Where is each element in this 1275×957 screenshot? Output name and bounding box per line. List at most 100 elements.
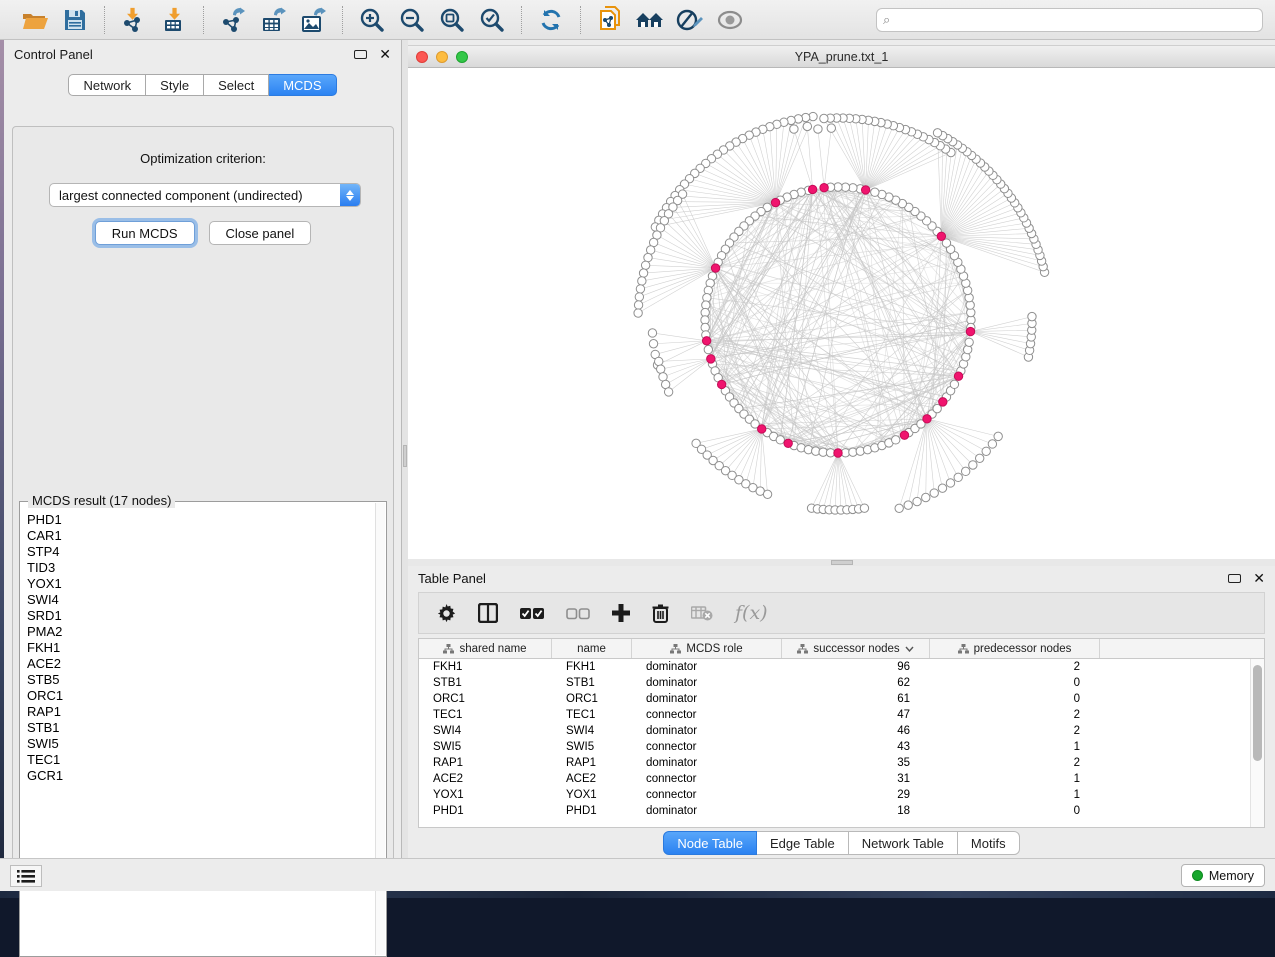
zoom-fit-icon[interactable] — [435, 5, 469, 35]
zoom-selected-icon[interactable] — [475, 5, 509, 35]
zoom-out-icon[interactable] — [395, 5, 429, 35]
import-network-icon[interactable] — [117, 5, 151, 35]
table-row[interactable]: STB1STB1dominator620 — [419, 675, 1250, 691]
mcds-result-item[interactable]: RAP1 — [27, 704, 375, 720]
cell-shared-name: YOX1 — [419, 789, 552, 801]
mcds-result-item[interactable]: ORC1 — [27, 688, 375, 704]
vertical-splitter-handle[interactable] — [403, 445, 407, 467]
float-table-panel-icon[interactable] — [1228, 574, 1241, 583]
mcds-result-item[interactable]: STB1 — [27, 720, 375, 736]
column-header-successor-nodes[interactable]: successor nodes — [782, 639, 930, 658]
column-header-predecessor-nodes[interactable]: predecessor nodes — [930, 639, 1100, 658]
tab-motifs[interactable]: Motifs — [958, 831, 1020, 855]
table-row[interactable]: PHD1PHD1dominator180 — [419, 803, 1250, 819]
show-panels-menu-button[interactable] — [10, 865, 42, 887]
tab-network-table[interactable]: Network Table — [849, 831, 958, 855]
column-layout-icon[interactable] — [478, 603, 498, 623]
mcds-result-item[interactable]: PHD1 — [27, 512, 375, 528]
mcds-result-item[interactable]: ACE2 — [27, 656, 375, 672]
network-overview-icon[interactable] — [633, 5, 667, 35]
column-header-shared-name[interactable]: shared name — [419, 639, 552, 658]
mcds-result-item[interactable]: YOX1 — [27, 576, 375, 592]
cell-shared-name: RAP1 — [419, 757, 552, 769]
import-table-icon[interactable] — [157, 5, 191, 35]
table-row[interactable]: ORC1ORC1dominator610 — [419, 691, 1250, 707]
cell-predecessor-nodes: 2 — [930, 661, 1100, 673]
delete-table-icon-disabled — [691, 606, 713, 621]
column-header-name[interactable]: name — [552, 639, 632, 658]
mcds-result-item[interactable]: TEC1 — [27, 752, 375, 768]
mcds-result-item[interactable]: SWI4 — [27, 592, 375, 608]
tab-mcds[interactable]: MCDS — [269, 74, 336, 96]
cell-predecessor-nodes: 0 — [930, 693, 1100, 705]
tab-style[interactable]: Style — [146, 74, 204, 96]
graphics-details-icon[interactable] — [673, 5, 707, 35]
toolbar-separator — [104, 6, 105, 34]
table-row[interactable]: YOX1YOX1connector291 — [419, 787, 1250, 803]
float-panel-icon[interactable] — [354, 50, 367, 59]
mcds-result-item[interactable]: SWI5 — [27, 736, 375, 752]
control-panel-title: Control Panel — [14, 47, 93, 62]
horizontal-splitter-handle[interactable] — [831, 560, 853, 565]
table-row[interactable]: SWI5SWI5connector431 — [419, 739, 1250, 755]
network-title: YPA_prune.txt_1 — [408, 50, 1275, 64]
new-network-from-selection-icon[interactable] — [593, 5, 627, 35]
mcds-result-item[interactable]: CAR1 — [27, 528, 375, 544]
add-column-icon[interactable] — [612, 604, 630, 622]
memory-button[interactable]: Memory — [1181, 864, 1265, 887]
table-scrollbar-thumb[interactable] — [1253, 665, 1262, 761]
close-panel-button[interactable]: Close panel — [209, 221, 312, 245]
close-panel-icon[interactable]: ✕ — [379, 47, 391, 61]
mcds-result-item[interactable]: FKH1 — [27, 640, 375, 656]
table-row[interactable]: RAP1RAP1dominator352 — [419, 755, 1250, 771]
mcds-tab-content: Optimization criterion: largest connecte… — [12, 126, 394, 886]
table-row[interactable]: FKH1FKH1dominator962 — [419, 659, 1250, 675]
mcds-result-item[interactable]: PMA2 — [27, 624, 375, 640]
cell-MCDS-role: connector — [632, 741, 782, 753]
table-row[interactable]: TEC1TEC1connector472 — [419, 707, 1250, 723]
network-canvas[interactable] — [408, 68, 1275, 559]
network-graph[interactable] — [408, 68, 1275, 559]
mcds-result-item[interactable]: STB5 — [27, 672, 375, 688]
save-session-icon[interactable] — [58, 5, 92, 35]
mcds-result-item[interactable]: GCR1 — [27, 768, 375, 784]
tab-network[interactable]: Network — [68, 74, 146, 96]
mcds-result-item[interactable]: STP4 — [27, 544, 375, 560]
tab-edge-table[interactable]: Edge Table — [757, 831, 849, 855]
mcds-result-item[interactable]: TID3 — [27, 560, 375, 576]
cell-successor-nodes: 47 — [782, 709, 930, 721]
show-hide-icon[interactable] — [713, 5, 747, 35]
search-field[interactable]: ⌕ — [876, 8, 1263, 32]
cell-shared-name: ORC1 — [419, 693, 552, 705]
tab-node-table[interactable]: Node Table — [663, 831, 757, 855]
cell-predecessor-nodes: 1 — [930, 789, 1100, 801]
tab-select[interactable]: Select — [204, 74, 269, 96]
list-icon — [17, 870, 35, 883]
cell-MCDS-role: connector — [632, 709, 782, 721]
export-image-icon[interactable] — [296, 5, 330, 35]
refresh-layout-icon[interactable] — [534, 5, 568, 35]
delete-icon[interactable] — [652, 604, 669, 623]
horizontal-splitter[interactable] — [408, 559, 1275, 566]
mcds-result-item[interactable]: SRD1 — [27, 608, 375, 624]
optimization-criterion-dropdown[interactable]: largest connected component (undirected) — [49, 183, 361, 207]
deselect-all-icon[interactable] — [566, 607, 590, 620]
search-input[interactable] — [890, 10, 1262, 30]
select-all-icon[interactable] — [520, 607, 544, 620]
export-table-icon[interactable] — [256, 5, 290, 35]
open-file-icon[interactable] — [18, 5, 52, 35]
run-mcds-button[interactable]: Run MCDS — [95, 221, 195, 245]
column-header-MCDS-role[interactable]: MCDS role — [632, 639, 782, 658]
cell-name: STB1 — [552, 677, 632, 689]
table-panel-title: Table Panel — [418, 571, 486, 586]
cell-successor-nodes: 29 — [782, 789, 930, 801]
table-row[interactable]: SWI4SWI4dominator462 — [419, 723, 1250, 739]
table-row[interactable]: ACE2ACE2connector311 — [419, 771, 1250, 787]
table-scrollbar[interactable] — [1250, 659, 1264, 827]
export-network-icon[interactable] — [216, 5, 250, 35]
cell-predecessor-nodes: 0 — [930, 805, 1100, 817]
close-table-panel-icon[interactable]: ✕ — [1253, 571, 1265, 585]
settings-gear-icon[interactable] — [437, 604, 456, 623]
zoom-in-icon[interactable] — [355, 5, 389, 35]
cell-predecessor-nodes: 2 — [930, 757, 1100, 769]
